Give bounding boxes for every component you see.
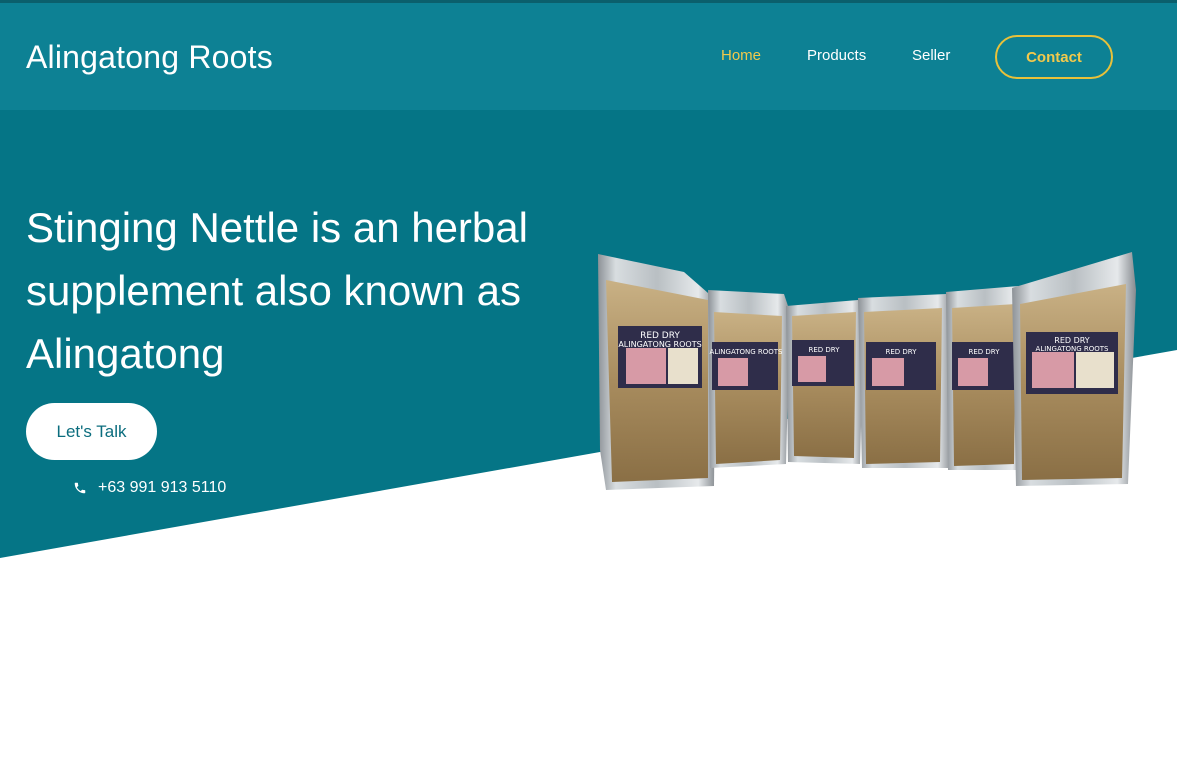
product-bag-4: RED DRY [858,294,952,468]
svg-text:RED DRY: RED DRY [969,348,1001,356]
nav-home-link[interactable]: Home [721,47,761,64]
hero-title: Stinging Nettle is an herbal supplement … [26,204,528,377]
phone-number: +63 991 913 5110 [98,479,227,496]
svg-text:RED DRY: RED DRY [886,348,918,356]
product-bag-1: RED DRY ALINGATONG ROOTS [598,254,716,490]
svg-text:RED DRY: RED DRY [809,346,841,354]
page: Alingatong Roots Home Products Seller Co… [0,0,1177,772]
phone-contact[interactable]: +63 991 913 5110 [73,479,226,497]
svg-text:ALINGATONG ROOTS: ALINGATONG ROOTS [710,348,783,356]
product-bags-image: RED DRY ALINGATONG ROOTS ALINGATONG ROOT… [598,252,1136,490]
nav-products-link[interactable]: Products [807,47,866,64]
product-bag-5: RED DRY [946,286,1024,470]
lets-talk-button[interactable]: Let's Talk [26,403,157,460]
svg-text:ALINGATONG ROOTS: ALINGATONG ROOTS [1036,345,1109,353]
svg-text:ALINGATONG ROOTS: ALINGATONG ROOTS [618,340,701,349]
nav-seller-link[interactable]: Seller [912,47,950,64]
site-header: Alingatong Roots Home Products Seller Co… [0,3,1177,110]
product-bag-3: RED DRY [786,300,864,464]
contact-button[interactable]: Contact [995,35,1113,79]
brand-logo-text[interactable]: Alingatong Roots [26,39,273,76]
svg-text:RED DRY: RED DRY [1054,336,1090,345]
product-bag-2: ALINGATONG ROOTS [708,290,790,468]
phone-icon [74,482,86,494]
product-bag-6: RED DRY ALINGATONG ROOTS [1012,252,1136,486]
